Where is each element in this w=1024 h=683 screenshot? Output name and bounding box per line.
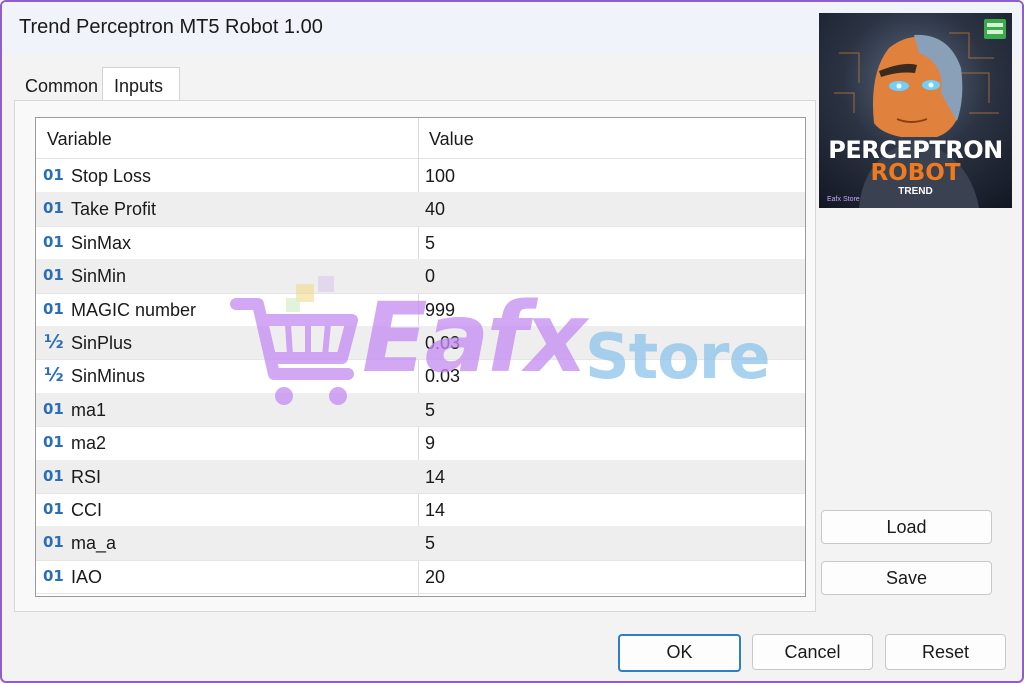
logo-brand-text: Eafx Store bbox=[827, 196, 860, 203]
header-variable[interactable]: Variable bbox=[47, 118, 112, 158]
variable-name: Take Profit bbox=[71, 199, 157, 220]
variable-value[interactable]: 5 bbox=[425, 226, 435, 259]
variable-name: SinMinus bbox=[71, 366, 146, 387]
double-type-icon: ½ bbox=[44, 331, 64, 353]
variable-value[interactable]: 14 bbox=[425, 460, 445, 493]
window-title: Trend Perceptron MT5 Robot 1.00 bbox=[19, 16, 323, 38]
variable-name: ma_a bbox=[71, 533, 117, 554]
variable-value[interactable]: 5 bbox=[425, 526, 435, 559]
integer-type-icon: 01 bbox=[43, 232, 64, 251]
table-row[interactable]: 01 RSI 14 bbox=[36, 459, 805, 494]
double-type-icon: ½ bbox=[44, 364, 64, 387]
dialog-window: Trend Perceptron MT5 Robot 1.00 Common I… bbox=[0, 0, 1024, 683]
variable-name: MAGIC number bbox=[71, 299, 197, 320]
table-row[interactable]: 01 CCI 14 bbox=[36, 493, 805, 528]
variable-name: ma1 bbox=[71, 399, 107, 420]
variable-name: SinMax bbox=[71, 232, 132, 253]
cancel-button[interactable]: Cancel bbox=[752, 634, 873, 670]
variable-name: ma2 bbox=[71, 433, 107, 454]
table-row[interactable]: 01 SinMin 0 bbox=[36, 259, 805, 294]
save-button[interactable]: Save bbox=[821, 561, 992, 595]
table-row[interactable]: 01 ma2 9 bbox=[36, 426, 805, 461]
variable-name: Stop Loss bbox=[71, 166, 152, 186]
variable-name: SinMin bbox=[71, 266, 127, 287]
integer-type-icon: 01 bbox=[43, 433, 64, 452]
variable-value[interactable]: 14 bbox=[425, 493, 445, 526]
tab-common[interactable]: Common bbox=[14, 69, 109, 100]
table-row[interactable]: 01 Take Profit 40 bbox=[36, 192, 805, 227]
integer-type-icon: 01 bbox=[43, 166, 64, 184]
variable-name: CCI bbox=[71, 500, 102, 520]
inputs-grid: Variable Value 01 Stop Loss 100 01 Take Prof… bbox=[35, 117, 806, 597]
product-logo: PERCEPTRON ROBOT TREND Eafx Store bbox=[819, 13, 1012, 208]
integer-type-icon: 01 bbox=[43, 266, 64, 285]
integer-type-icon: 01 bbox=[43, 466, 64, 485]
integer-type-icon: 01 bbox=[43, 533, 64, 552]
integer-type-icon: 01 bbox=[43, 566, 64, 585]
logo-title-robot: ROBOT bbox=[870, 160, 961, 186]
inputs-panel: Variable Value 01 Stop Loss 100 01 Take Prof… bbox=[14, 100, 816, 612]
variable-name: RSI bbox=[71, 466, 102, 487]
variable-value[interactable]: 100 bbox=[425, 159, 455, 192]
reset-button[interactable]: Reset bbox=[885, 634, 1006, 670]
integer-type-icon: 01 bbox=[43, 399, 64, 418]
variable-name: IAO bbox=[71, 566, 103, 587]
variable-value[interactable]: 999 bbox=[425, 293, 455, 326]
load-button[interactable]: Load bbox=[821, 510, 992, 544]
integer-type-icon: 01 bbox=[43, 299, 64, 318]
variable-value[interactable]: 0.03 bbox=[425, 326, 460, 359]
table-row[interactable]: 01 Stop Loss 100 bbox=[36, 159, 805, 194]
tab-inputs[interactable]: Inputs bbox=[102, 67, 180, 102]
integer-type-icon: 01 bbox=[43, 500, 64, 518]
grid-header: Variable Value bbox=[36, 118, 805, 159]
header-value[interactable]: Value bbox=[429, 118, 474, 158]
variable-value[interactable]: 0 bbox=[425, 259, 435, 292]
integer-type-icon: 01 bbox=[43, 199, 64, 218]
table-row[interactable]: ½ SinMinus 0.03 bbox=[36, 359, 805, 394]
variable-value[interactable]: 40 bbox=[425, 192, 445, 225]
table-row[interactable]: 01 ma1 5 bbox=[36, 392, 805, 428]
variable-value[interactable]: 20 bbox=[425, 560, 445, 593]
variable-name: SinPlus bbox=[71, 333, 133, 353]
table-row[interactable]: 01 IAO 20 bbox=[36, 560, 805, 595]
table-row[interactable]: 01 MAGIC number 999 bbox=[36, 293, 805, 327]
table-row[interactable]: ½ SinPlus 0.03 bbox=[36, 326, 805, 361]
table-row[interactable]: 01 SinMax 5 bbox=[36, 226, 805, 261]
ok-button[interactable]: OK bbox=[618, 634, 741, 672]
variable-value[interactable]: 9 bbox=[425, 426, 435, 459]
variable-value[interactable]: 0.03 bbox=[425, 359, 460, 392]
table-row[interactable]: 01 ma_a 5 bbox=[36, 526, 805, 561]
variable-value[interactable]: 5 bbox=[425, 393, 435, 426]
